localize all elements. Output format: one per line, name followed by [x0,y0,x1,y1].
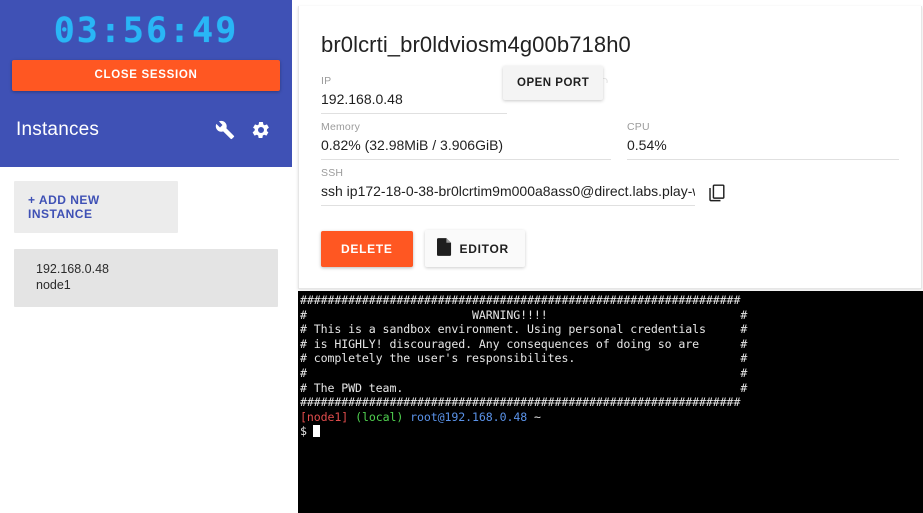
editor-button[interactable]: EDITOR [424,230,525,267]
memory-value: 0.82% (32.98MiB / 3.906GiB) [321,134,611,160]
prompt-space-3 [527,410,534,424]
terminal-cursor [312,425,320,438]
gear-icon[interactable] [246,115,276,145]
main-panel: br0lcrti_br0ldviosm4g00b718h0 IP 192.168… [292,0,923,513]
open-port-button[interactable]: OPEN PORT [503,66,604,100]
prompt-host: [node1] [300,409,349,424]
app-root: 03:56:49 CLOSE SESSION Instances + ADD N… [0,0,923,513]
instance-ip: 192.168.0.48 [36,262,109,276]
wrench-icon[interactable] [210,115,240,145]
ip-value: 192.168.0.48 [321,88,507,114]
instance-details-card: br0lcrti_br0ldviosm4g00b718h0 IP 192.168… [298,6,922,289]
instances-title: Instances [16,119,100,140]
prompt-path: ~ [533,409,541,424]
cpu-field: CPU 0.54% [627,120,899,160]
terminal-line: # is HIGHLY! discouraged. Any consequenc… [300,336,748,351]
stats-row: Memory 0.82% (32.98MiB / 3.906GiB) CPU 0… [321,120,899,160]
instance-name: node1 [36,278,71,292]
terminal-input-line[interactable]: $ [300,424,923,439]
terminal-line: # completely the user's responsibilites.… [300,351,748,366]
sidebar-header: 03:56:49 CLOSE SESSION Instances [0,0,292,167]
document-icon [436,238,452,259]
sidebar-body: + ADD NEW INSTANCE 192.168.0.48 node1 [0,167,292,307]
terminal-line: # # [300,365,748,380]
page-title: br0lcrti_br0ldviosm4g00b718h0 [321,32,631,57]
memory-field: Memory 0.82% (32.98MiB / 3.906GiB) [321,120,611,160]
ip-field: IP 192.168.0.48 [321,74,507,114]
cpu-label: CPU [627,121,650,133]
session-timer: 03:56:49 [53,11,239,51]
terminal-line: # The PWD team. # [300,380,748,395]
ip-label: IP [321,75,332,87]
cpu-value: 0.54% [627,134,899,160]
list-item[interactable]: 192.168.0.48 node1 [14,249,278,307]
add-new-instance-button[interactable]: + ADD NEW INSTANCE [14,181,178,233]
action-row: DELETE EDITOR [321,230,899,267]
instances-header-row: Instances [0,99,292,161]
ssh-label: SSH [321,167,344,179]
prompt-symbol: $ [300,424,307,439]
ssh-row: SSH ssh ip172-18-0-38-br0lcrtim9m000a8as… [321,166,899,206]
copy-icon[interactable] [706,181,728,205]
editor-button-label: EDITOR [459,241,509,256]
prompt-user: root@192.168.0.48 [410,409,528,424]
ip-row: IP 192.168.0.48 PO OPEN PORT [321,66,899,114]
terminal-line: # This is a sandbox environment. Using p… [300,322,748,337]
delete-button[interactable]: DELETE [321,230,413,267]
terminal-prompt-line: [node1] (local) root@192.168.0.48 ~ [300,410,923,425]
ssh-value-wrap: ssh ip172-18-0-38-br0lcrtim9m000a8ass0@d… [321,180,899,206]
sidebar: 03:56:49 CLOSE SESSION Instances + ADD N… [0,0,292,513]
terminal-line: ########################################… [300,395,741,410]
terminal-line: # WARNING!!!! # [300,307,748,322]
memory-label: Memory [321,121,361,133]
close-session-button[interactable]: CLOSE SESSION [12,60,280,91]
ssh-value[interactable]: ssh ip172-18-0-38-br0lcrtim9m000a8ass0@d… [321,180,695,206]
terminal[interactable]: ########################################… [298,291,923,513]
terminal-line: ########################################… [300,293,741,307]
prompt-context: (local) [355,409,404,424]
